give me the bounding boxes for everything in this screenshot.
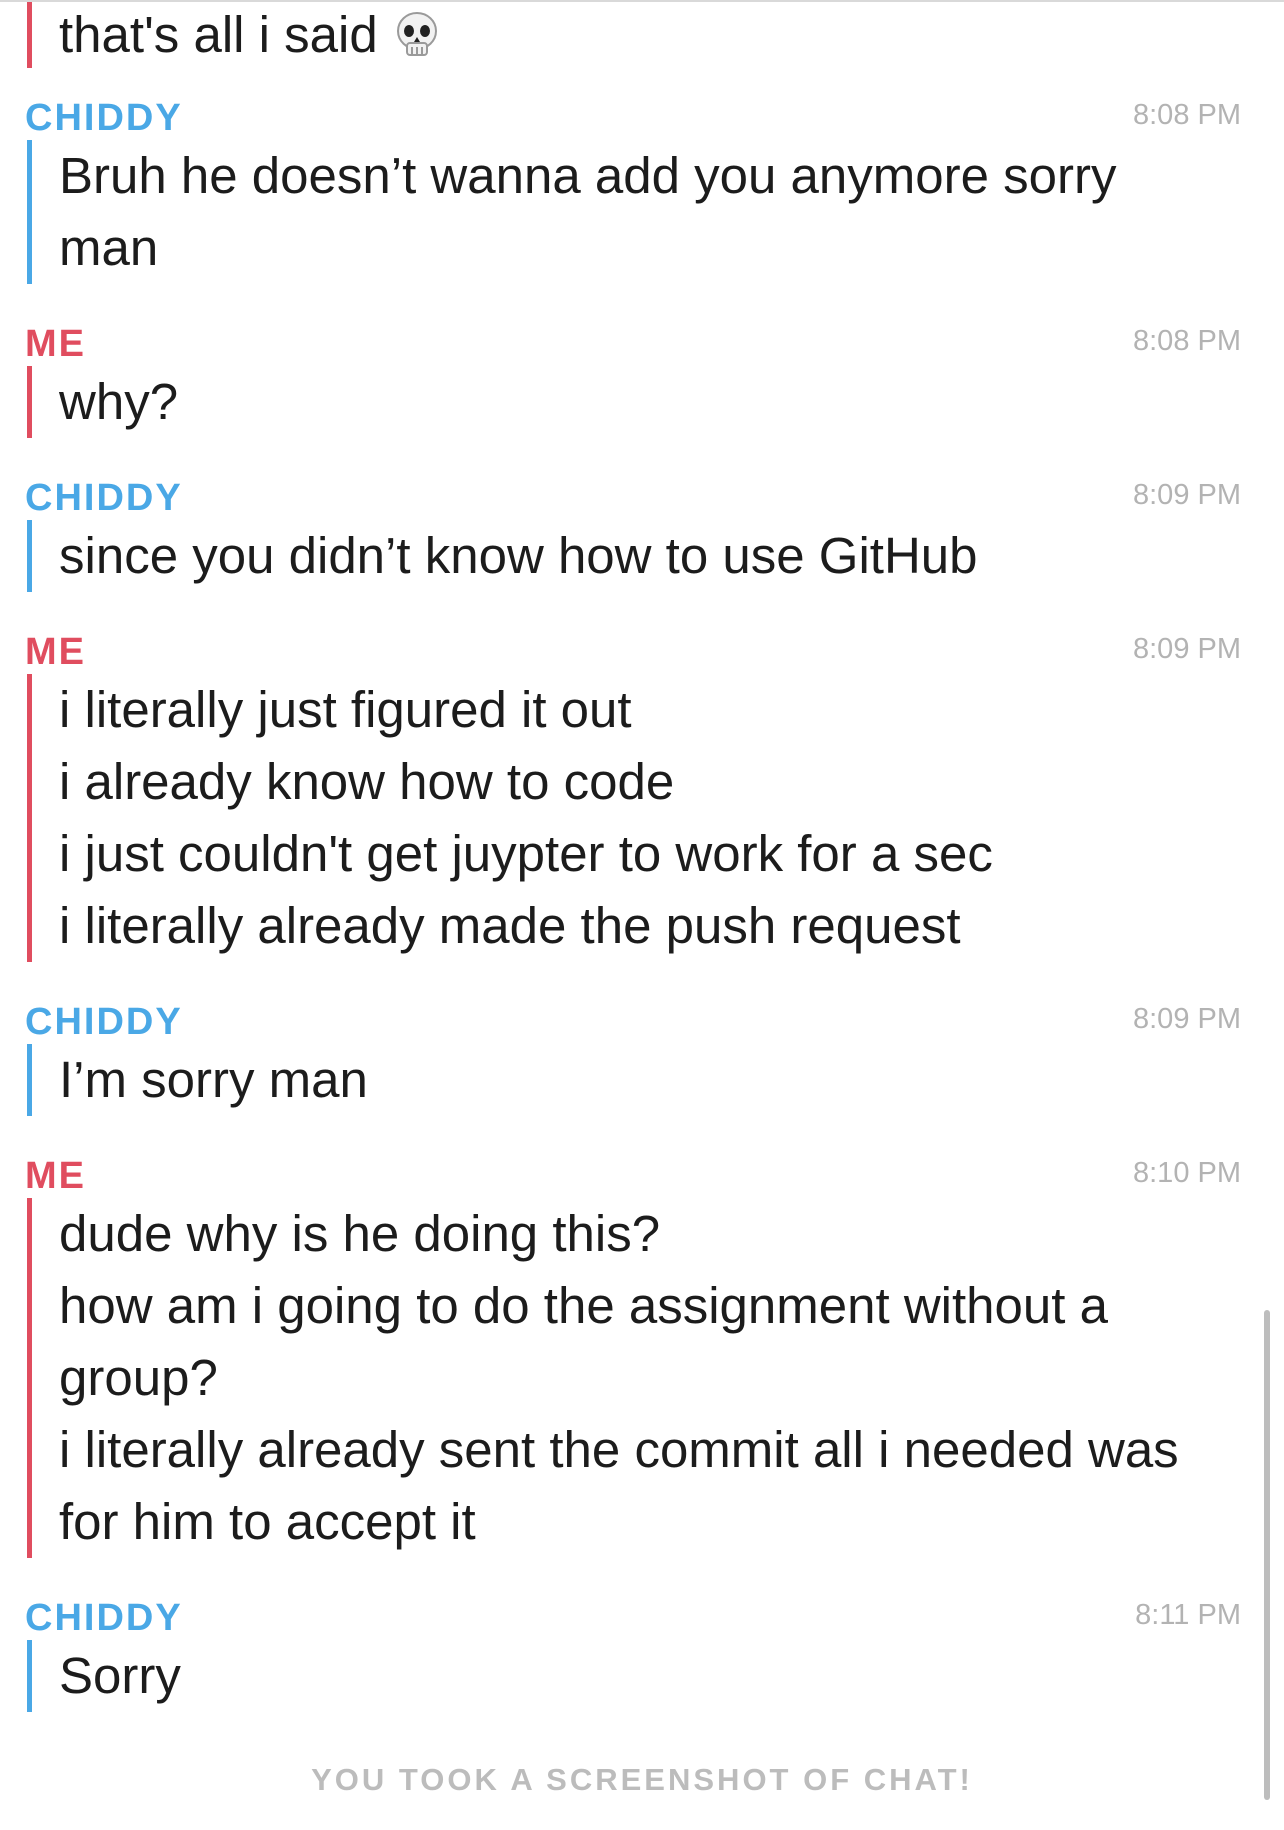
screenshot-notice: YOU TOOK A SCREENSHOT OF CHAT! <box>311 1762 973 1797</box>
sender-name: CHIDDY <box>25 1001 183 1043</box>
timestamp: 8:11 PM <box>1135 1599 1241 1631</box>
message-line: group? <box>59 1349 218 1406</box>
message-group-me: ME 8:09 PM i literally just figured it out… <box>0 616 1284 962</box>
message-line: for him to accept it <box>59 1493 476 1550</box>
message-group-me: that's all i said <box>0 0 1284 68</box>
message-line: since you didn’t know how to use GitHub <box>59 527 978 584</box>
message-line: i literally just figured it out <box>59 681 632 738</box>
message-header: CHIDDY 8:11 PM <box>0 1582 1284 1640</box>
sender-name: CHIDDY <box>25 477 183 519</box>
timestamp: 8:09 PM <box>1133 1003 1241 1035</box>
message-header: CHIDDY 8:09 PM <box>0 986 1284 1044</box>
scrollbar[interactable] <box>1264 1310 1270 1800</box>
message-header: ME 8:08 PM <box>0 308 1284 366</box>
message-line: I’m sorry man <box>59 1051 368 1108</box>
message-line: that's all i said <box>59 2 1224 68</box>
message-header: ME 8:09 PM <box>0 616 1284 674</box>
message-header: CHIDDY 8:09 PM <box>0 462 1284 520</box>
message-bubble: Bruh he doesn’t wanna add you anymore so… <box>27 140 1224 284</box>
sender-name: ME <box>25 631 86 673</box>
message-bubble: Sorry <box>27 1640 1224 1712</box>
message-line: i just couldn't get juypter to work for … <box>59 825 993 882</box>
timestamp: 8:10 PM <box>1133 1157 1241 1189</box>
message-group-chiddy: CHIDDY 8:09 PM since you didn’t know how t… <box>0 462 1284 592</box>
message-line: how am i going to do the assignment with… <box>59 1277 1108 1334</box>
message-group-chiddy: CHIDDY 8:08 PM Bruh he doesn’t wanna add y… <box>0 82 1284 284</box>
message-list: CHIDDY 8:08 PM Bruh he doesn’t wanna add y… <box>0 68 1284 1712</box>
message-group-chiddy: CHIDDY 8:09 PM I’m sorry man <box>0 986 1284 1116</box>
message-line: dude why is he doing this? <box>59 1205 661 1262</box>
message-group-chiddy: CHIDDY 8:11 PM Sorry <box>0 1582 1284 1712</box>
skull-icon <box>392 9 442 61</box>
message-line: Bruh he doesn’t wanna add you anymore so… <box>59 147 1117 204</box>
message-header: CHIDDY 8:08 PM <box>0 82 1284 140</box>
message-line: i already know how to code <box>59 753 675 810</box>
timestamp: 8:09 PM <box>1133 633 1241 665</box>
message-bubble: why? <box>27 366 1224 438</box>
timestamp: 8:09 PM <box>1133 479 1241 511</box>
timestamp: 8:08 PM <box>1133 325 1241 357</box>
timestamp: 8:08 PM <box>1133 99 1241 131</box>
chat-thread[interactable]: that's all i said CHIDDY 8:08 PM Bruh he d… <box>0 0 1284 1712</box>
message-line: Sorry <box>59 1647 181 1704</box>
message-header: ME 8:10 PM <box>0 1140 1284 1198</box>
sender-name: ME <box>25 323 86 365</box>
message-bubble: dude why is he doing this? how am i going… <box>27 1198 1224 1558</box>
message-line: man <box>59 219 159 276</box>
message-line: why? <box>59 373 179 430</box>
message-bubble: I’m sorry man <box>27 1044 1224 1116</box>
sender-name: CHIDDY <box>25 97 183 139</box>
message-bubble: that's all i said <box>27 2 1224 68</box>
message-bubble: i literally just figured it out i already… <box>27 674 1224 962</box>
message-bubble: since you didn’t know how to use GitHub <box>27 520 1224 592</box>
message-line: i literally already sent the commit all … <box>59 1421 1179 1478</box>
message-text: that's all i said <box>59 6 378 63</box>
sender-name: ME <box>25 1155 86 1197</box>
message-group-me: ME 8:08 PM why? <box>0 308 1284 438</box>
sender-name: CHIDDY <box>25 1597 183 1639</box>
message-group-me: ME 8:10 PM dude why is he doing this? how a… <box>0 1140 1284 1558</box>
message-line: i literally already made the push reques… <box>59 897 961 954</box>
